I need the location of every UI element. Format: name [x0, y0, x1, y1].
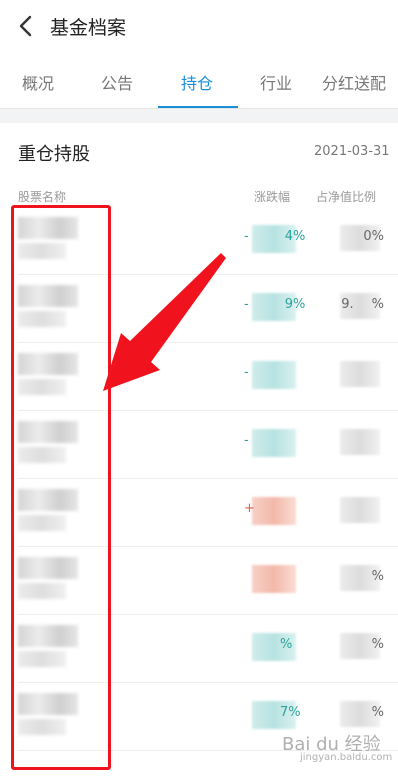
section-gap: [0, 109, 398, 123]
ratio-blurred: [340, 429, 380, 455]
change-value: %: [280, 637, 293, 652]
change-value: -: [244, 365, 249, 380]
ratio-value: 9.%: [341, 297, 384, 312]
page-title: 基金档案: [50, 17, 127, 39]
ratio-value: %: [371, 705, 384, 720]
tab-dividends[interactable]: 分红送配: [322, 70, 386, 94]
section-title: 重仓持股: [18, 144, 90, 165]
column-header-name: 股票名称: [18, 190, 67, 204]
change-value: [244, 569, 296, 584]
ratio-blurred: [340, 361, 380, 387]
tab-announcements[interactable]: 公告: [101, 70, 133, 94]
app-header: 基金档案: [0, 0, 398, 52]
tab-overview[interactable]: 概况: [22, 70, 54, 94]
report-date: 2021-03-31: [314, 144, 390, 159]
ratio-value: 0%: [363, 229, 384, 244]
change-value: 7%: [280, 705, 301, 720]
ratio-value: %: [371, 637, 384, 652]
ratio-blurred: [340, 497, 380, 523]
ratio-value: %: [371, 569, 384, 584]
change-value: -9%: [244, 297, 306, 312]
chevron-left-icon[interactable]: [14, 13, 38, 39]
tab-bar: 概况 公告 持仓 行业 分红送配: [0, 52, 398, 110]
column-header-ratio: 占净值比例: [316, 190, 377, 204]
change-value: -4%: [244, 229, 306, 244]
watermark-url: jingyan.baidu.com: [300, 752, 393, 763]
change-value: +: [244, 501, 255, 516]
tab-industry[interactable]: 行业: [260, 70, 292, 94]
column-header-change: 涨跌幅: [254, 190, 291, 204]
highlight-box: [11, 205, 111, 770]
change-value: -: [244, 433, 249, 448]
tab-holdings[interactable]: 持仓: [181, 70, 213, 94]
